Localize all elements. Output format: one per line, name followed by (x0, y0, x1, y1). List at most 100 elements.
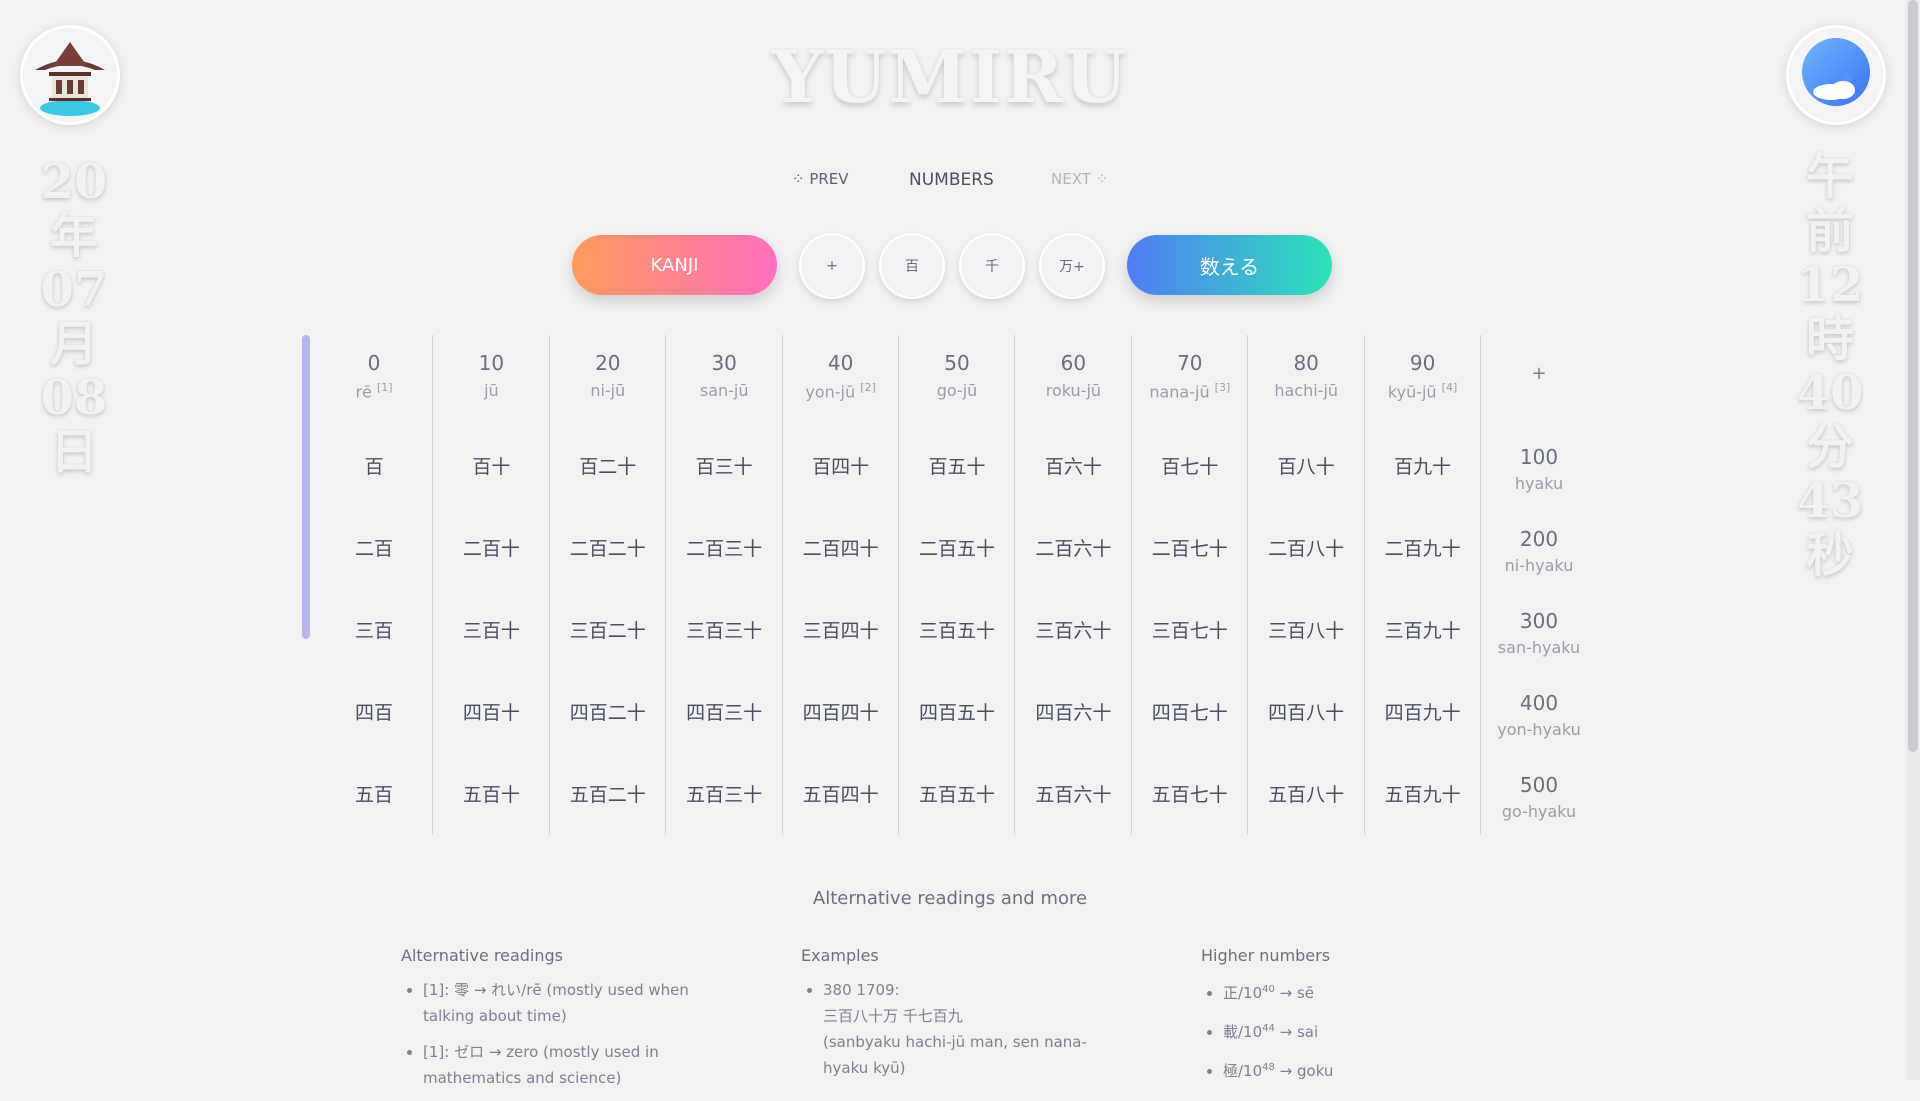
table-column: 0 rē [1] 百二百 三百 四百 五百 (316, 335, 432, 835)
kanji-cell[interactable]: 四百二十 (550, 698, 666, 725)
exponent: 40 (1262, 984, 1275, 995)
column-reading: rē [1] (316, 381, 432, 401)
prev-link[interactable]: ⁘ PREV (792, 170, 849, 188)
scrollbar-thumb[interactable] (1908, 0, 1918, 752)
kanji-cell[interactable]: 二百五十 (899, 534, 1015, 561)
reading-text: go-jū (936, 381, 978, 400)
kanji-cell[interactable]: 三百六十 (1015, 616, 1131, 643)
kanji-cell[interactable]: 二百六十 (1015, 534, 1131, 561)
kanji-cell[interactable]: 百 (316, 452, 432, 479)
page-scrollbar[interactable] (1906, 0, 1920, 1080)
kanji-cell[interactable]: 二百二十 (550, 534, 666, 561)
list-item: [1]: ゼロ → zero (mostly used in mathemati… (423, 1039, 691, 1091)
kanji-cell[interactable]: 三百四十 (783, 616, 899, 643)
table-scroll-indicator[interactable] (302, 335, 310, 639)
kanji-cell[interactable]: 百十 (433, 452, 549, 479)
kanji-cell[interactable]: 二百四十 (783, 534, 899, 561)
kanji-cell[interactable]: 五百六十 (1015, 780, 1131, 807)
kanji-cell[interactable]: 三百五十 (899, 616, 1015, 643)
kanji-cell[interactable]: 五百三十 (666, 780, 782, 807)
kanji-cell[interactable]: 五百七十 (1132, 780, 1248, 807)
kanji-cell[interactable]: 二百 (316, 534, 432, 561)
footnote-ref[interactable]: [3] (1215, 381, 1231, 394)
kanji-cell[interactable]: 三百二十 (550, 616, 666, 643)
kanji-cell[interactable]: 四百三十 (666, 698, 782, 725)
page-title: NUMBERS (909, 170, 994, 190)
kanji-cell[interactable]: 五百十 (433, 780, 549, 807)
kanji-cell[interactable]: 百四十 (783, 452, 899, 479)
kanji-cell[interactable]: 五百八十 (1248, 780, 1364, 807)
examples-title: Examples (801, 946, 879, 965)
kanji-cell[interactable]: 五百四十 (783, 780, 899, 807)
kanji-cell[interactable]: 五百 (316, 780, 432, 807)
column-number: 80 (1293, 351, 1319, 375)
kanji-cell[interactable]: 百八十 (1248, 452, 1364, 479)
kanji-cell[interactable]: 五百五十 (899, 780, 1015, 807)
kanji-cell[interactable]: 四百九十 (1365, 698, 1481, 725)
example-reading: (sanbyaku hachi-jū man, sen nana-hyaku k… (823, 1033, 1087, 1077)
column-number: 70 (1177, 351, 1203, 375)
kanji-cell[interactable]: 三百九十 (1365, 616, 1481, 643)
table-column: 40 yon-jū [2] 百四十 二百四十 三百四十 四百四十 五百四十 (781, 335, 899, 835)
hyaku-button[interactable]: 百 (879, 233, 945, 299)
kanji-cell[interactable]: 百二十 (550, 452, 666, 479)
time-char: 43 (1796, 473, 1864, 529)
man-button[interactable]: 万+ (1039, 233, 1105, 299)
examples-section: Examples 380 1709: 三百八十万 千七百九 (sanbyaku … (801, 946, 1091, 1091)
column-number: 90 (1409, 351, 1436, 375)
kanji-cell[interactable]: 三百七十 (1132, 616, 1248, 643)
kanji-cell[interactable]: 四百六十 (1015, 698, 1131, 725)
kanji-cell[interactable]: 二百七十 (1132, 534, 1248, 561)
kanji-cell[interactable]: 四百十 (433, 698, 549, 725)
higher-reading: → sai (1274, 1023, 1319, 1041)
kanji-cell[interactable]: 三百八十 (1248, 616, 1364, 643)
hundred-number: 200 (1519, 527, 1559, 551)
alt-readings-title: Alternative readings (401, 946, 563, 965)
kanji-cell[interactable]: 百七十 (1132, 452, 1248, 479)
date-char: 年 (49, 208, 98, 264)
date-char: 08 (40, 370, 108, 426)
time-char: 前 (1805, 203, 1854, 259)
column-number: 20 (595, 351, 621, 375)
kanji-cell[interactable]: 二百十 (433, 534, 549, 561)
kanji-cell[interactable]: 四百五十 (899, 698, 1015, 725)
plus-button[interactable]: + (799, 233, 865, 299)
hundred-reading: ni-hyaku (1504, 556, 1574, 575)
kanji-cell[interactable]: 三百三十 (666, 616, 782, 643)
footnote-ref[interactable]: [1] (377, 381, 393, 394)
column-reading: go-jū (899, 381, 1015, 400)
kanji-cell[interactable]: 二百九十 (1365, 534, 1481, 561)
kanji-cell[interactable]: 三百 (316, 616, 432, 643)
site-logo[interactable]: YUMIRU (0, 34, 1900, 119)
kanji-cell[interactable]: 四百四十 (783, 698, 899, 725)
kanji-cell[interactable]: 五百九十 (1365, 780, 1481, 807)
column-number: 40 (827, 351, 854, 375)
time-char: 時 (1805, 311, 1854, 367)
sen-button[interactable]: 千 (959, 233, 1025, 299)
kanji-cell[interactable]: 五百二十 (550, 780, 666, 807)
kanji-cell[interactable]: 百九十 (1365, 452, 1481, 479)
next-link[interactable]: NEXT ⁘ (1051, 170, 1108, 188)
footnote-ref[interactable]: [2] (860, 381, 876, 394)
kanji-cell[interactable]: 百五十 (899, 452, 1015, 479)
count-button[interactable]: 数える (1127, 235, 1332, 295)
example-number: 380 1709: (823, 981, 900, 999)
kanji-cell[interactable]: 百六十 (1015, 452, 1131, 479)
column-reading: roku-jū (1015, 381, 1131, 400)
time-char: 12 (1796, 257, 1864, 313)
footnote-ref[interactable]: [4] (1442, 381, 1458, 394)
column-reading: san-jū (666, 381, 782, 400)
kanji-cell[interactable]: 百三十 (666, 452, 782, 479)
list-item: [1]: 零 → れい/rē (mostly used when talking… (423, 977, 691, 1029)
kanji-cell[interactable]: 二百八十 (1248, 534, 1364, 561)
kanji-cell[interactable]: 二百三十 (666, 534, 782, 561)
kanji-cell[interactable]: 三百十 (433, 616, 549, 643)
kanji-cell[interactable]: 四百 (316, 698, 432, 725)
kanji-cell[interactable]: 四百八十 (1248, 698, 1364, 725)
date-char: 日 (49, 424, 98, 480)
list-item: 載/1044 → sai (1223, 1016, 1491, 1045)
kanji-cell[interactable]: 四百七十 (1132, 698, 1248, 725)
column-reading: jū (433, 381, 549, 400)
kanji-button[interactable]: KANJI (572, 235, 777, 295)
column-reading: nana-jū [3] (1132, 381, 1248, 401)
